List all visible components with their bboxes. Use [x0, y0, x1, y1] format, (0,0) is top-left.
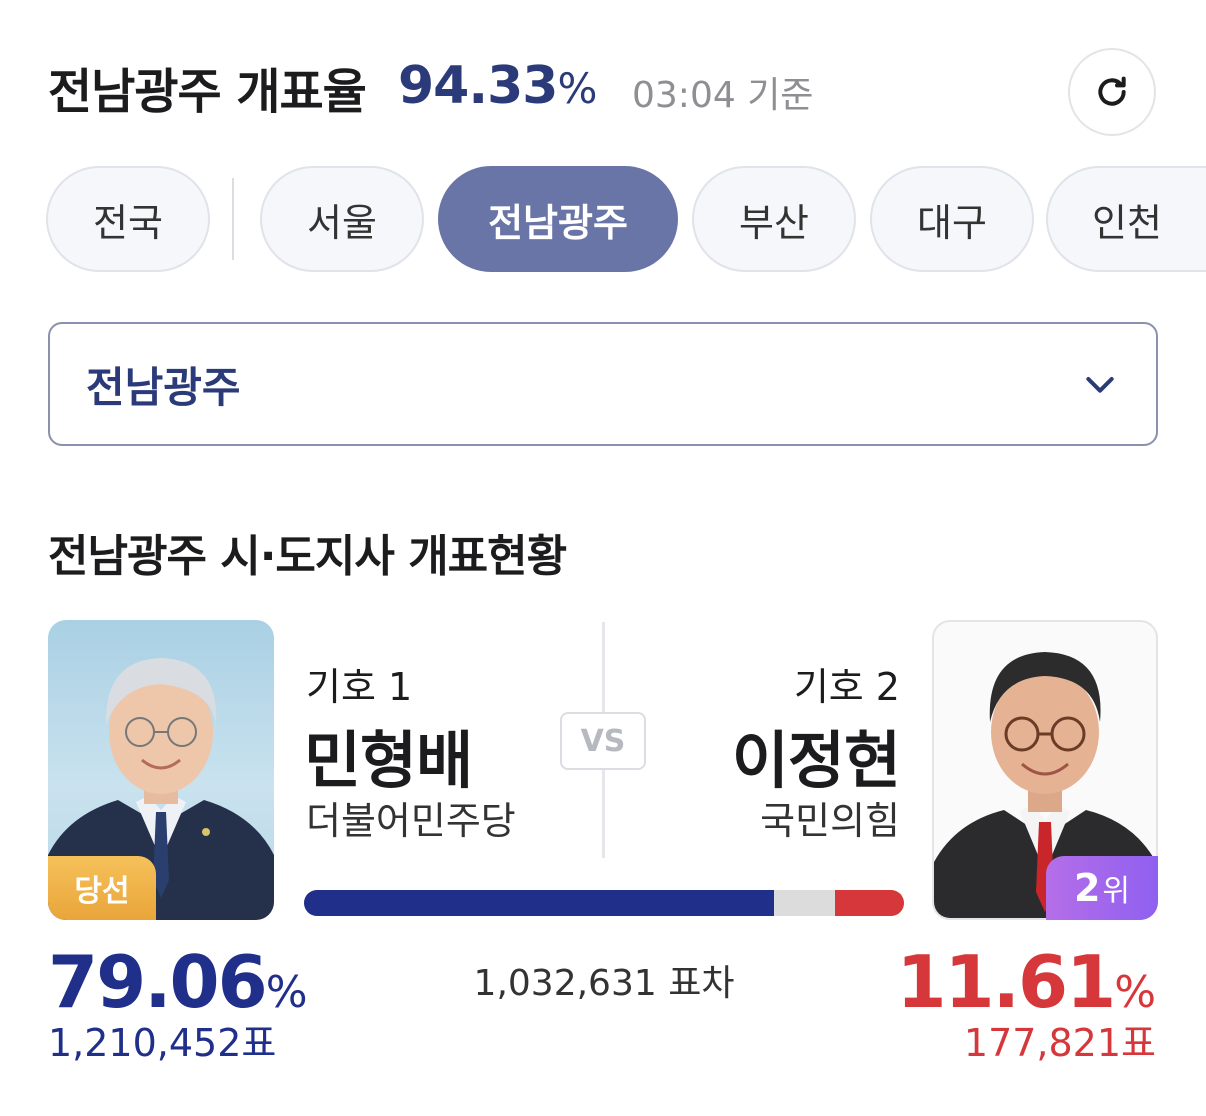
- candidate-party-right: 국민의힘: [760, 799, 900, 843]
- candidate-number-right: 기호 2: [793, 665, 900, 709]
- candidate-votes-left: 1,210,452표: [48, 1021, 277, 1065]
- tab-label: 대구: [917, 200, 987, 245]
- tab-busan[interactable]: 부산: [692, 166, 856, 272]
- candidate-name-right: 이정현: [731, 724, 901, 797]
- page-title: 전남광주 개표율: [48, 64, 367, 120]
- vs-badge: VS: [560, 712, 646, 770]
- refresh-button[interactable]: [1068, 48, 1156, 136]
- count-rate-unit: %: [557, 64, 597, 113]
- tab-label: 인천: [1092, 200, 1162, 245]
- chevron-down-icon: [1086, 377, 1114, 393]
- tab-seoul[interactable]: 서울: [260, 166, 424, 272]
- section-title: 전남광주 시·도지사 개표현황: [48, 531, 567, 582]
- vote-gap: 1,032,631 표차: [473, 963, 735, 1004]
- refresh-icon: [1098, 76, 1126, 106]
- candidate-name-left: 민형배: [304, 724, 473, 797]
- percent-unit: %: [1114, 967, 1156, 1018]
- tab-label: 전남광주: [488, 200, 628, 245]
- vote-share-bar: [304, 890, 904, 916]
- count-rate: 94.33%: [398, 56, 597, 116]
- tab-label: 부산: [739, 200, 809, 245]
- rank-suffix: 위: [1102, 874, 1131, 909]
- candidate-party-left: 더불어민주당: [306, 799, 516, 843]
- candidate-number-left: 기호 1: [306, 665, 413, 709]
- count-rate-value: 94.33: [398, 56, 558, 116]
- region-select-value: 전남광주: [86, 362, 241, 412]
- tab-label: 전국: [93, 200, 163, 245]
- tab-nationwide[interactable]: 전국: [46, 166, 210, 272]
- rank-number: 2: [1073, 866, 1101, 910]
- vote-bar-right: [835, 890, 904, 916]
- winner-badge: 당선: [48, 856, 156, 920]
- tab-daegu[interactable]: 대구: [870, 166, 1034, 272]
- region-select[interactable]: 전남광주: [48, 322, 1158, 446]
- candidate-votes-right: 177,821표: [963, 1021, 1156, 1065]
- percent-unit: %: [265, 967, 308, 1018]
- tab-incheon[interactable]: 인천: [1046, 166, 1206, 272]
- tab-label: 서울: [307, 200, 377, 245]
- update-time: 03:04 기준: [632, 75, 814, 116]
- tab-jeonnam-gwangju[interactable]: 전남광주: [438, 166, 678, 272]
- tab-divider: [232, 178, 234, 260]
- vote-bar-left: [304, 890, 774, 916]
- rank-badge: 2위: [1046, 856, 1158, 920]
- vote-bar-other: [776, 890, 833, 916]
